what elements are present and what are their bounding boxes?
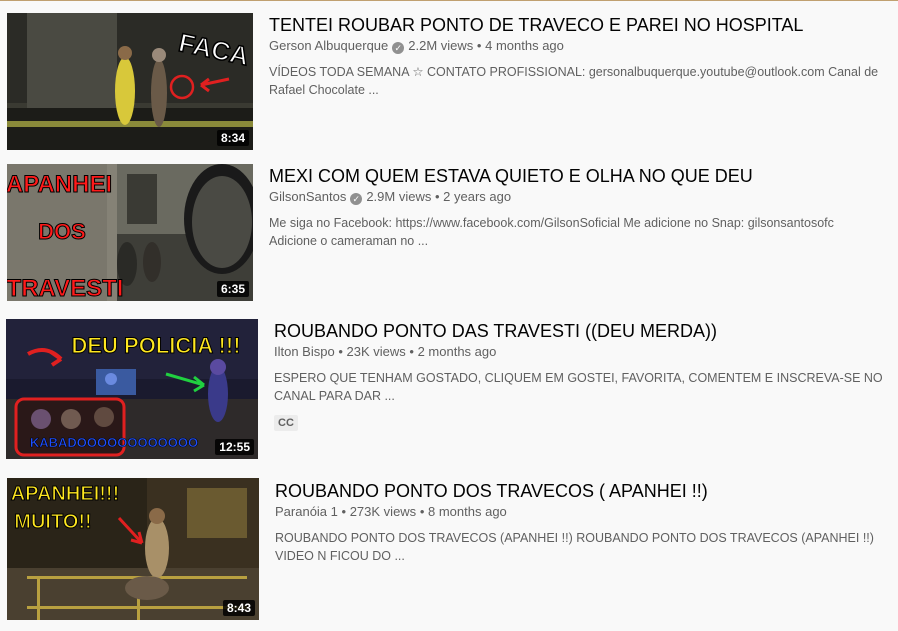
meta-separator: • bbox=[338, 344, 343, 359]
thumbnail-image: FACA bbox=[7, 13, 253, 150]
meta-separator: • bbox=[476, 38, 482, 53]
video-duration: 8:43 bbox=[222, 600, 255, 616]
view-count: 273K views bbox=[349, 504, 417, 519]
video-duration: 6:35 bbox=[216, 281, 249, 297]
thumb-caption: TRAVESTI bbox=[7, 275, 123, 301]
meta-separator: • bbox=[409, 344, 414, 359]
video-duration: 12:55 bbox=[215, 439, 254, 455]
channel-name[interactable]: Gerson Albuquerque bbox=[269, 38, 388, 53]
thumb-caption: DEU POLICIA !!! bbox=[71, 333, 240, 358]
thumb-caption: MUITO!! bbox=[14, 511, 91, 533]
upload-age: 4 months ago bbox=[485, 38, 564, 53]
thumb-caption: DOS bbox=[38, 219, 86, 244]
video-meta: Ilton Bispo • 23K views • 2 months ago bbox=[274, 344, 496, 360]
video-result[interactable]: DEU POLICIA !!! KABADOOOOOOOOOOOO 12:55 … bbox=[0, 310, 898, 470]
video-result[interactable]: APANHEI!!! MUITO!! 8:43 ROUBANDO PONTO D… bbox=[0, 470, 898, 631]
thumb-caption: APANHEI!!! bbox=[11, 483, 120, 505]
upload-age: 2 months ago bbox=[417, 344, 497, 359]
video-title[interactable]: ROUBANDO PONTO DOS TRAVECOS ( APANHEI !!… bbox=[275, 480, 708, 502]
video-description: VÍDEOS TODA SEMANA ☆ CONTATO PROFISSIONA… bbox=[269, 65, 879, 97]
video-result[interactable]: FACA 8:34 TENTEI ROUBAR PONTO DE TRAVECO… bbox=[0, 0, 898, 155]
channel-name[interactable]: GilsonSantos bbox=[269, 189, 346, 204]
view-count: 2.2M views bbox=[408, 38, 474, 53]
video-result[interactable]: APANHEI DOS TRAVESTI 6:35 MEXI COM QUEM … bbox=[0, 155, 898, 310]
view-count: 23K views bbox=[346, 344, 406, 359]
video-meta: Paranóia 1 • 273K views • 8 months ago bbox=[275, 504, 507, 520]
thumbnail-image: DEU POLICIA !!! KABADOOOOOOOOOOOO bbox=[6, 319, 258, 459]
verified-check-icon: ✓ bbox=[392, 42, 405, 54]
video-meta: Gerson Albuquerque ✓ 2.2M views • 4 months… bbox=[269, 38, 564, 54]
view-count: 2.9M views bbox=[366, 189, 432, 204]
upload-age: 2 years ago bbox=[443, 189, 512, 204]
channel-name[interactable]: Ilton Bispo bbox=[274, 344, 335, 359]
video-thumbnail[interactable]: APANHEI!!! MUITO!! 8:43 bbox=[7, 478, 259, 620]
video-thumbnail[interactable]: DEU POLICIA !!! KABADOOOOOOOOOOOO 12:55 bbox=[6, 319, 258, 459]
video-duration: 8:34 bbox=[216, 130, 249, 146]
video-thumbnail[interactable]: APANHEI DOS TRAVESTI 6:35 bbox=[7, 164, 253, 301]
video-meta: GilsonSantos ✓ 2.9M views • 2 years ago bbox=[269, 189, 511, 205]
meta-separator: • bbox=[419, 504, 425, 519]
video-title[interactable]: ROUBANDO PONTO DAS TRAVESTI ((DEU MERDA)… bbox=[274, 320, 717, 342]
thumb-caption: APANHEI bbox=[7, 171, 112, 198]
video-title[interactable]: MEXI COM QUEM ESTAVA QUIETO E OLHA NO QU… bbox=[269, 165, 753, 187]
channel-name[interactable]: Paranóia 1 bbox=[275, 504, 338, 519]
thumb-caption: KABADOOOOOOOOOOOO bbox=[30, 435, 198, 450]
video-thumbnail[interactable]: FACA 8:34 bbox=[7, 13, 253, 150]
video-description: ROUBANDO PONTO DOS TRAVECOS (APANHEI !!)… bbox=[275, 531, 874, 563]
video-description: Me siga no Facebook: https://www.faceboo… bbox=[269, 216, 834, 248]
thumbnail-image: APANHEI!!! MUITO!! bbox=[7, 478, 259, 620]
video-description: ESPERO QUE TENHAM GOSTADO, CLIQUEM EM GO… bbox=[274, 371, 883, 403]
meta-separator: • bbox=[434, 189, 440, 204]
video-title[interactable]: TENTEI ROUBAR PONTO DE TRAVECO E PAREI N… bbox=[269, 14, 803, 36]
closed-captions-badge: CC bbox=[274, 415, 298, 431]
thumbnail-image: APANHEI DOS TRAVESTI bbox=[7, 164, 253, 301]
upload-age: 8 months ago bbox=[428, 504, 507, 519]
verified-check-icon: ✓ bbox=[350, 193, 363, 205]
meta-separator: • bbox=[341, 504, 347, 519]
